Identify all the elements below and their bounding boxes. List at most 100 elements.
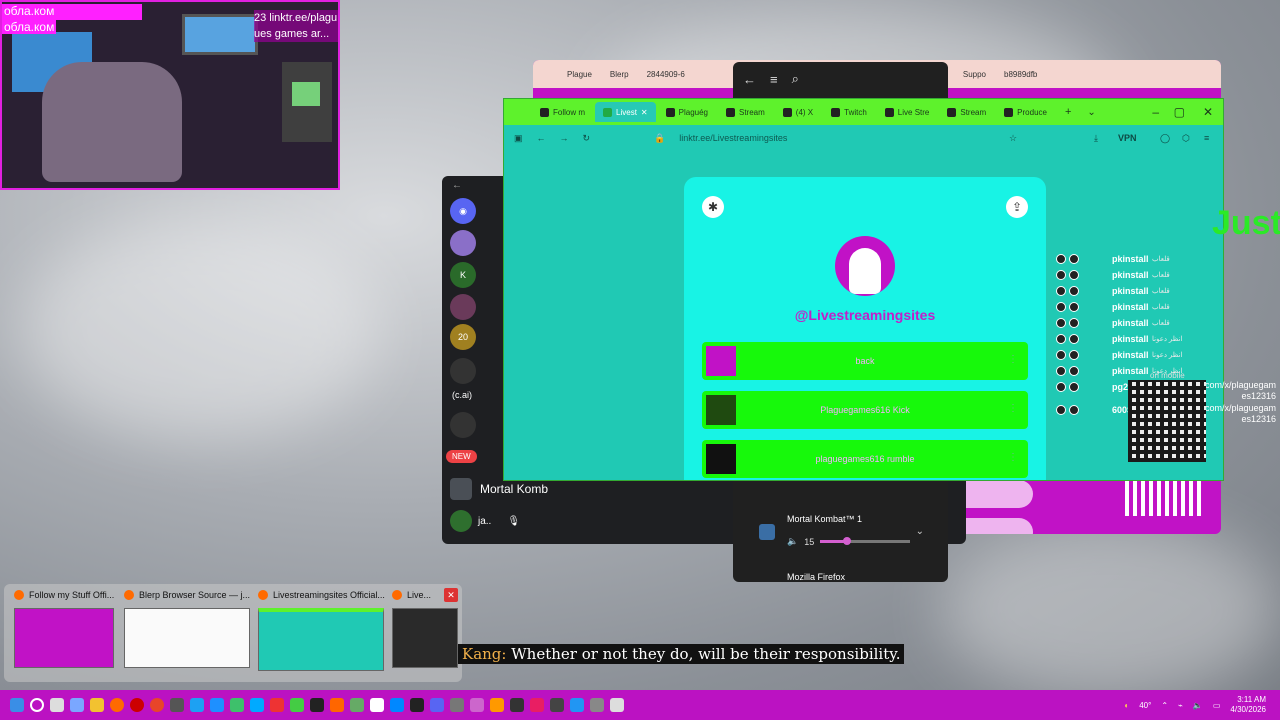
more-icon[interactable]: ⋮	[1008, 452, 1018, 463]
app-icon[interactable]	[530, 698, 544, 712]
chevron-down-icon[interactable]: ⌄	[916, 526, 924, 537]
app-icon[interactable]	[410, 698, 424, 712]
preview-window[interactable]: Follow my Stuff Offi...	[14, 590, 114, 668]
app-icon[interactable]	[130, 698, 144, 712]
more-icon[interactable]: ⋮	[1008, 354, 1018, 365]
app-icon[interactable]	[170, 698, 184, 712]
tab[interactable]: Stream	[939, 102, 994, 122]
back-arrow-icon[interactable]: ←	[537, 133, 546, 143]
user-panel[interactable]: ja.. 🎙	[450, 510, 520, 532]
app-icon[interactable]	[390, 698, 404, 712]
app-icon[interactable]	[250, 698, 264, 712]
asterisk-icon[interactable]: ✱	[702, 196, 724, 218]
background-tab[interactable]: Plague	[561, 70, 598, 79]
app-icon[interactable]	[510, 698, 524, 712]
address-input[interactable]: linktr.ee/Livestreamingsites	[679, 133, 787, 143]
server-icon[interactable]	[450, 294, 476, 320]
preview-window[interactable]: Livestreamingsites Official...	[258, 590, 385, 671]
app-icon[interactable]	[70, 698, 84, 712]
server-icon[interactable]	[450, 230, 476, 256]
app-icon[interactable]	[570, 698, 584, 712]
menu-icon[interactable]: ≡	[770, 72, 778, 87]
server-icon[interactable]: K	[450, 262, 476, 288]
mixer-entry[interactable]: Mozilla Firefox	[733, 570, 948, 582]
server-icon[interactable]	[450, 358, 476, 384]
app-icon[interactable]	[150, 698, 164, 712]
weather-icon[interactable]: ◐	[1124, 701, 1129, 710]
menu-icon[interactable]: ≡	[1204, 133, 1209, 143]
tab-active[interactable]: Livest ✕	[595, 102, 656, 122]
forward-arrow-icon[interactable]: →	[560, 133, 569, 143]
close-icon[interactable]: ✕	[1203, 105, 1213, 119]
back-arrow-icon[interactable]: ←	[452, 180, 462, 191]
battery-icon[interactable]: ▭	[1213, 701, 1221, 710]
server-label[interactable]: (c.ai)	[452, 390, 472, 400]
speaker-icon[interactable]: 🔈	[787, 536, 798, 547]
app-icon[interactable]	[310, 698, 324, 712]
app-icon[interactable]	[330, 698, 344, 712]
background-tab[interactable]: 2844909-6	[641, 70, 691, 79]
app-icon[interactable]	[550, 698, 564, 712]
volume-slider[interactable]	[820, 537, 911, 545]
background-tab[interactable]: Blerp	[604, 70, 635, 79]
close-icon[interactable]: ✕	[641, 108, 648, 117]
profile-icon[interactable]: ◯	[1160, 133, 1170, 144]
file-explorer-icon[interactable]	[90, 698, 104, 712]
link-button[interactable]: back ⋮	[702, 342, 1028, 380]
network-icon[interactable]: ⌁	[1178, 701, 1183, 710]
back-arrow-icon[interactable]: ←	[743, 72, 756, 87]
tab[interactable]: (4) X	[775, 102, 821, 122]
app-icon[interactable]	[350, 698, 364, 712]
close-icon[interactable]: ✕	[444, 588, 458, 602]
app-icon[interactable]	[190, 698, 204, 712]
app-icon[interactable]	[270, 698, 284, 712]
download-icon[interactable]: ⤓	[1094, 133, 1098, 144]
clock[interactable]: 3:11 AM 4/30/2026	[1230, 695, 1266, 715]
speaker-icon[interactable]: 🔈	[1193, 701, 1203, 710]
tab[interactable]: Plaguég	[658, 102, 716, 122]
maximize-icon[interactable]: ▢	[1174, 105, 1185, 119]
link-button[interactable]: plaguegames616 rumble ⋮	[702, 440, 1028, 478]
discord-home-icon[interactable]: ◉	[450, 198, 476, 224]
chevron-down-icon[interactable]: ⌄	[1087, 107, 1095, 118]
server-icon[interactable]	[450, 412, 476, 438]
tab[interactable]: Stream	[718, 102, 773, 122]
reload-icon[interactable]: ↻	[583, 133, 591, 144]
app-icon[interactable]	[290, 698, 304, 712]
link-button[interactable]: Plaguegames616 Kick ⋮	[702, 391, 1028, 429]
app-icon[interactable]	[470, 698, 484, 712]
chevron-up-icon[interactable]: ⌃	[1161, 701, 1168, 710]
preview-window[interactable]: Live...	[392, 590, 458, 668]
share-icon[interactable]: ⇪	[1006, 196, 1028, 218]
bookmark-icon[interactable]: ☆	[1009, 133, 1017, 144]
background-tab[interactable]: Suppo	[957, 70, 992, 79]
background-tab[interactable]: b8989dfb	[998, 70, 1043, 79]
app-icon[interactable]	[610, 698, 624, 712]
tab[interactable]: Produce	[996, 102, 1055, 122]
new-tab-icon[interactable]: +	[1065, 106, 1071, 118]
extensions-icon[interactable]: ⬡	[1182, 133, 1190, 144]
app-icon[interactable]	[490, 698, 504, 712]
minimize-icon[interactable]: –	[1152, 105, 1159, 119]
microphone-icon[interactable]: 🎙	[507, 516, 520, 527]
tab[interactable]: Follow m	[532, 102, 593, 122]
tab[interactable]: Live Stre	[877, 102, 938, 122]
mixer-entry[interactable]: Mortal Kombat™ 1 ⌄ 🔈 15	[733, 508, 948, 568]
search-icon[interactable]	[30, 698, 44, 712]
server-icon[interactable]: 20	[450, 324, 476, 350]
preview-window[interactable]: Blerp Browser Source — j...	[124, 590, 250, 668]
firefox-icon[interactable]	[110, 698, 124, 712]
discord-icon[interactable]	[430, 698, 444, 712]
sidebar-icon[interactable]: ▣	[514, 133, 523, 144]
vpn-button[interactable]: VPN	[1118, 133, 1137, 143]
tab[interactable]: Twitch	[823, 102, 875, 122]
volume-slider-thumb[interactable]	[843, 537, 852, 545]
app-icon[interactable]	[210, 698, 224, 712]
search-icon[interactable]: ⌕	[792, 71, 799, 87]
app-icon[interactable]	[370, 698, 384, 712]
task-view-icon[interactable]	[50, 698, 64, 712]
app-icon[interactable]	[230, 698, 244, 712]
app-icon[interactable]	[590, 698, 604, 712]
app-icon[interactable]	[450, 698, 464, 712]
more-icon[interactable]: ⋮	[1008, 403, 1018, 414]
